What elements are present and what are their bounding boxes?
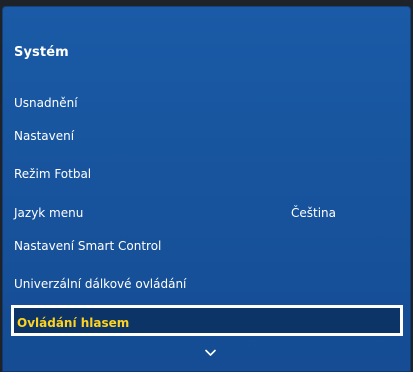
menu-item-settings[interactable]: Nastavení [14, 126, 409, 146]
chevron-down-icon[interactable] [205, 349, 216, 357]
menu-item-label: Režim Fotbal [14, 167, 92, 181]
menu-language-value: Čeština [291, 206, 337, 220]
menu-item-football-mode[interactable]: Režim Fotbal [14, 164, 409, 184]
menu-item-label: Nastavení Smart Control [14, 239, 162, 253]
menu-item-label: Nastavení [14, 129, 75, 143]
menu-item-universal-remote[interactable]: Univerzální dálkové ovládání [14, 274, 409, 294]
system-menu-panel: Systém Usnadnění Nastavení Režim Fotbal … [2, 6, 411, 372]
menu-item-label: Univerzální dálkové ovládání [14, 277, 187, 291]
menu-item-label: Jazyk menu [14, 206, 84, 220]
system-menu: Usnadnění Nastavení Režim Fotbal Jazyk m… [2, 6, 411, 372]
tv-screen: Systém Usnadnění Nastavení Režim Fotbal … [0, 0, 413, 372]
menu-item-voice-control[interactable]: Ovládání hlasem [11, 305, 403, 336]
menu-item-accessibility[interactable]: Usnadnění [14, 93, 409, 113]
menu-item-menu-language[interactable]: Jazyk menu Čeština [14, 203, 409, 223]
menu-item-label: Usnadnění [14, 96, 78, 110]
menu-item-smart-control-settings[interactable]: Nastavení Smart Control [14, 236, 409, 256]
menu-item-label: Ovládání hlasem [17, 316, 130, 330]
